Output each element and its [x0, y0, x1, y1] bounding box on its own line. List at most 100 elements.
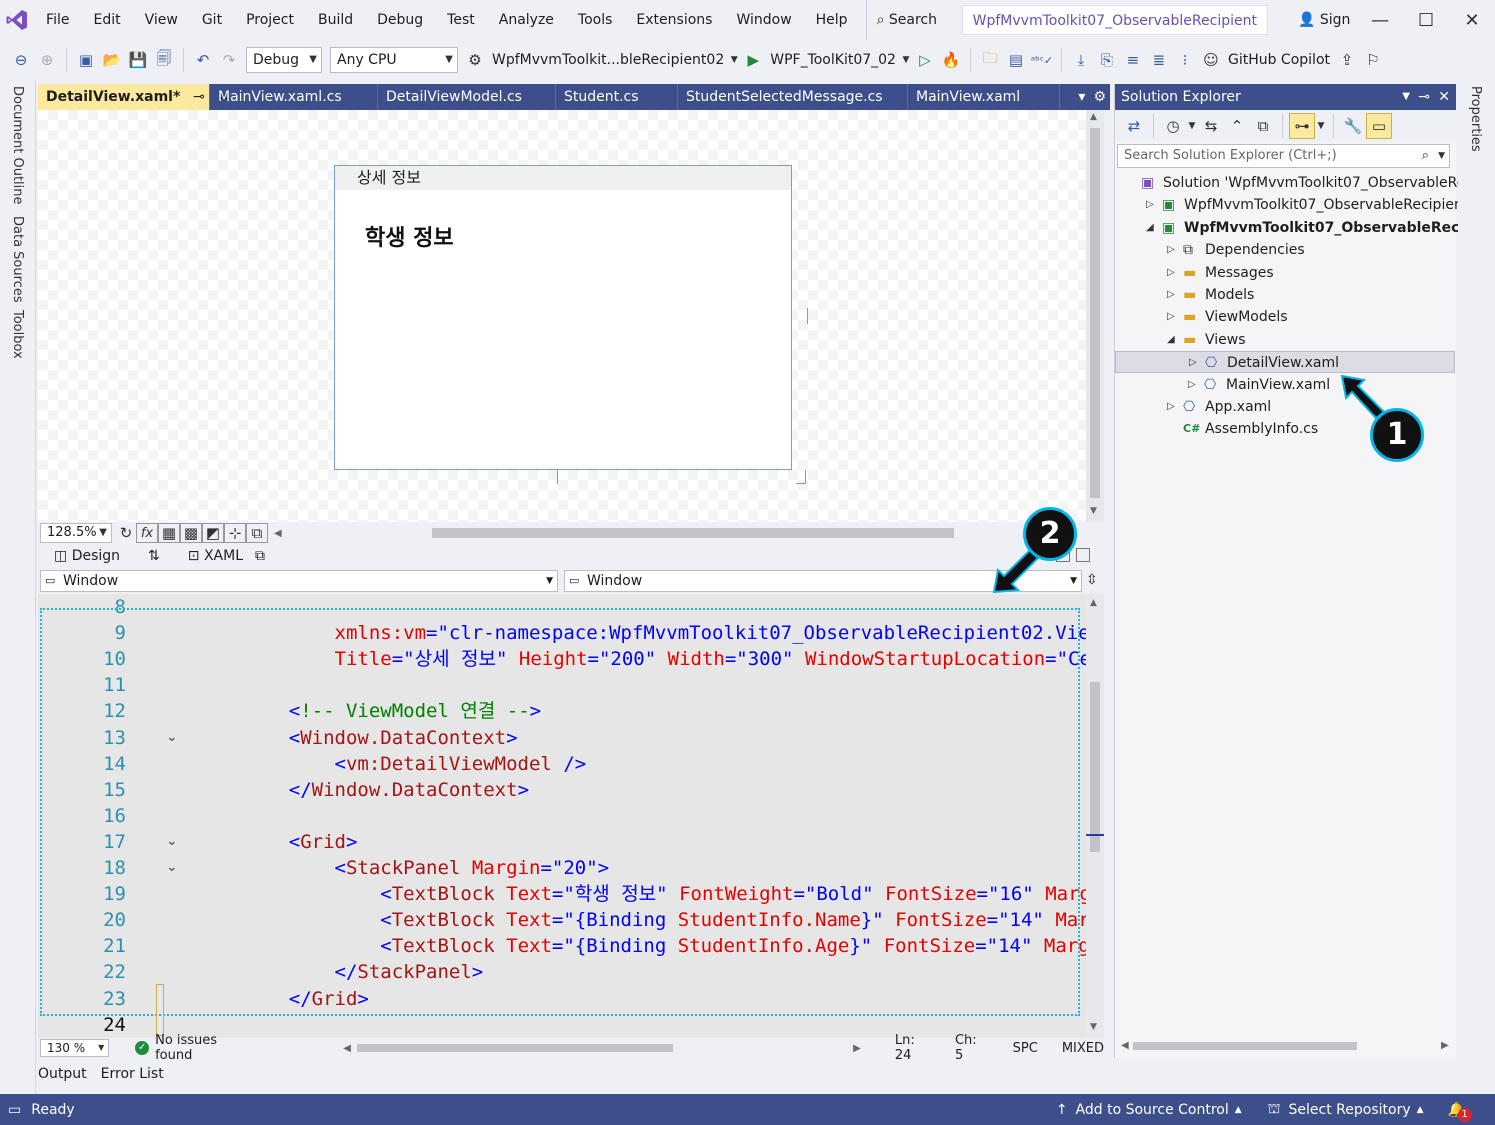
- designer-window-preview[interactable]: 상세 정보 학생 정보: [334, 165, 792, 470]
- scroll-left-icon[interactable]: ◀: [1121, 1040, 1129, 1051]
- show-all-files-icon[interactable]: ⧉: [1250, 113, 1276, 139]
- scroll-up-icon[interactable]: ▲: [1090, 112, 1097, 122]
- editor-horizontal-scroll-thumb[interactable]: [356, 1044, 674, 1052]
- bookmark-icon[interactable]: ⎘: [1094, 47, 1120, 73]
- split-editor-icon[interactable]: ⇳: [1086, 572, 1098, 588]
- browse-folder-icon[interactable]: 🗀: [977, 47, 1003, 73]
- chevron-down-icon[interactable]: ▼: [1438, 145, 1445, 167]
- properties-wrench-icon[interactable]: 🔧: [1340, 113, 1366, 139]
- close-icon[interactable]: ✕: [1438, 84, 1450, 110]
- tree-item[interactable]: ▷ ▣ WpfMvvmToolkit07_ObservableRecipient01: [1115, 194, 1486, 216]
- artboard-background-icon[interactable]: ◩: [202, 523, 224, 543]
- resize-handle[interactable]: [557, 470, 565, 484]
- scroll-right-icon[interactable]: ▶: [1441, 1040, 1449, 1051]
- toolbox-tab[interactable]: Toolbox: [10, 310, 25, 359]
- properties-tab[interactable]: Properties: [1468, 86, 1483, 152]
- editor-vertical-scrollbar[interactable]: ▲ ▼: [1086, 594, 1104, 1038]
- search-button[interactable]: ⌕ Search ▼: [865, 0, 948, 67]
- menu-analyze[interactable]: Analyze: [487, 0, 566, 40]
- refresh-icon[interactable]: ↻: [116, 523, 136, 543]
- error-list-tab[interactable]: Error List: [101, 1066, 164, 1086]
- select-repository-button[interactable]: Select Repository: [1289, 1102, 1411, 1118]
- effects-toggle[interactable]: fx: [136, 523, 158, 543]
- design-view-tab[interactable]: ◫ Design: [54, 548, 120, 564]
- document-outline-tab[interactable]: Document Outline: [10, 86, 25, 205]
- tab-mainview-xaml[interactable]: MainView.xaml: [908, 84, 1060, 110]
- scroll-right-icon[interactable]: ▶: [853, 1043, 861, 1054]
- tab-student-cs[interactable]: Student.cs: [556, 84, 678, 110]
- collapsed-arrow-icon[interactable]: ▷: [1167, 239, 1175, 261]
- play-icon[interactable]: ▶: [740, 47, 766, 73]
- pin-icon[interactable]: ⊸: [1418, 84, 1430, 110]
- solution-configuration-combo[interactable]: Debug ▼: [246, 47, 322, 73]
- whitespace-indicator[interactable]: SPC: [1013, 1041, 1038, 1056]
- menu-tools[interactable]: Tools: [566, 0, 625, 40]
- hot-reload-icon[interactable]: 🔥: [938, 47, 964, 73]
- collapse-pane-icon[interactable]: [1076, 548, 1090, 562]
- save-icon[interactable]: 💾: [125, 47, 151, 73]
- tree-item[interactable]: ◢ ▣ WpfMvvmToolkit07_ObservableRecipient0: [1115, 217, 1495, 239]
- tab-detailviewmodel-cs[interactable]: DetailViewModel.cs: [378, 84, 556, 110]
- add-to-source-control-button[interactable]: Add to Source Control: [1076, 1102, 1229, 1118]
- resize-handle[interactable]: [796, 470, 806, 484]
- scroll-down-icon[interactable]: ▼: [1090, 506, 1097, 516]
- designer-heading-textblock[interactable]: 학생 정보: [365, 220, 454, 252]
- collapsed-arrow-icon[interactable]: ▷: [1188, 374, 1196, 396]
- tree-item[interactable]: ▷ ▬ Models: [1115, 284, 1455, 306]
- chevron-down-icon[interactable]: ▼: [1186, 113, 1198, 139]
- visual-studio-logo-icon[interactable]: [0, 0, 34, 40]
- tree-item[interactable]: ▣ Solution 'WpfMvvmToolkit07_ObservableRe…: [1115, 172, 1495, 194]
- tree-item[interactable]: ▷ ⎔ MainView.xaml: [1115, 374, 1455, 396]
- snap-lines-icon[interactable]: ⊹: [224, 523, 246, 543]
- tree-item[interactable]: ▷ ▬ ViewModels: [1115, 306, 1455, 328]
- xaml-code-editor[interactable]: 8 9 10 11 12 13 14 15 16 17 18 19 20 21 22 23 24 xmlns:v…: [38, 594, 1086, 1038]
- output-window-icon[interactable]: ▭: [8, 1102, 21, 1118]
- tree-item[interactable]: ▷ ⧉ Dependencies: [1115, 239, 1455, 261]
- solution-explorer-search[interactable]: Search Solution Explorer (Ctrl+;) ⌕ ▼: [1117, 144, 1450, 168]
- minimize-button[interactable]: —: [1357, 10, 1403, 31]
- scroll-thumb[interactable]: [1090, 682, 1100, 852]
- expanded-arrow-icon[interactable]: ◢: [1167, 329, 1175, 351]
- output-tab[interactable]: Output: [38, 1066, 87, 1086]
- sync-with-active-document-icon[interactable]: ⇆: [1198, 113, 1224, 139]
- menu-view[interactable]: View: [133, 0, 190, 40]
- tree-item[interactable]: ◢ ▬ Views: [1115, 329, 1455, 351]
- startup-project-selector[interactable]: WpfMvvmToolkit...bleRecipient02: [492, 52, 724, 68]
- spell-check-icon[interactable]: ᵃᵇᶜ✓: [1029, 47, 1055, 73]
- menu-help[interactable]: Help: [804, 0, 860, 40]
- xaml-view-tab[interactable]: ⊡ XAML: [188, 548, 243, 564]
- popout-icon[interactable]: ⧉: [255, 548, 265, 564]
- notifications-bell-icon[interactable]: 🔔 1: [1448, 1102, 1472, 1122]
- line-ending-indicator[interactable]: MIXED: [1062, 1041, 1104, 1056]
- menu-build[interactable]: Build: [306, 0, 365, 40]
- switch-views-icon[interactable]: ⇄: [1121, 113, 1147, 139]
- tree-item[interactable]: ▷ ▬ Messages: [1115, 262, 1455, 284]
- snap-grid-icon[interactable]: ▩: [180, 523, 202, 543]
- feedback-icon[interactable]: ⚐: [1360, 47, 1386, 73]
- close-window-button[interactable]: ✕: [1449, 10, 1495, 31]
- menu-git[interactable]: Git: [190, 0, 234, 40]
- chevron-down-icon[interactable]: ▼: [900, 47, 912, 73]
- menu-extensions[interactable]: Extensions: [624, 0, 724, 40]
- save-all-icon[interactable]: 🗐: [151, 47, 177, 73]
- pin-icon[interactable]: ⊸: [193, 89, 205, 105]
- designer-zoom-combo[interactable]: 128.5% ▼: [40, 523, 112, 543]
- back-icon[interactable]: ⊖: [8, 47, 34, 73]
- pending-changes-filter-icon[interactable]: ◷: [1160, 113, 1186, 139]
- outdent-icon[interactable]: ≣: [1146, 47, 1172, 73]
- comment-icon[interactable]: ⁝: [1172, 47, 1198, 73]
- settings-gear-icon[interactable]: ⚙: [1089, 84, 1110, 110]
- tab-list-dropdown-icon[interactable]: ▾: [1074, 84, 1089, 110]
- solution-platform-combo[interactable]: Any CPU ▼: [330, 47, 458, 73]
- indent-icon[interactable]: ≡: [1120, 47, 1146, 73]
- scroll-up-icon[interactable]: ▲: [1090, 598, 1097, 608]
- designer-vertical-scrollbar[interactable]: ▲ ▼: [1086, 110, 1104, 522]
- grid-icon[interactable]: ▦: [158, 523, 180, 543]
- collapsed-arrow-icon[interactable]: ▷: [1167, 306, 1175, 328]
- issues-status[interactable]: No issues found: [155, 1033, 257, 1063]
- designer-horizontal-scroll-thumb[interactable]: [432, 528, 954, 538]
- scroll-down-icon[interactable]: ▼: [1090, 1022, 1097, 1032]
- collapsed-arrow-icon[interactable]: ▷: [1167, 284, 1175, 306]
- tree-item[interactable]: ▷ ⎔ DetailView.xaml: [1115, 351, 1455, 374]
- resize-handle[interactable]: [800, 308, 808, 324]
